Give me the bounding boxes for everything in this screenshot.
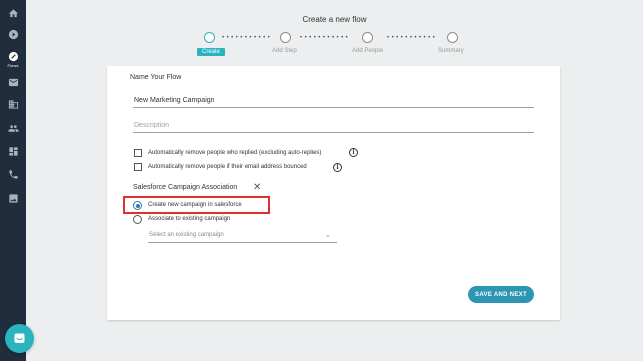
page-title: Create a new flow bbox=[302, 15, 367, 24]
campaign-select[interactable] bbox=[148, 242, 337, 243]
image-icon bbox=[8, 193, 18, 203]
step-summary-label: Summary bbox=[438, 48, 464, 54]
step-connector: • • • • • • • • • • • bbox=[300, 35, 349, 41]
salesforce-section-title: Salesforce Campaign Association bbox=[133, 184, 238, 191]
remove-replied-label: Automatically remove people who replied … bbox=[148, 150, 322, 156]
nav-phone[interactable] bbox=[0, 167, 26, 181]
radio-create-campaign[interactable] bbox=[133, 201, 142, 210]
chat-icon bbox=[14, 333, 25, 343]
flow-name-value: New Marketing Campaign bbox=[134, 97, 215, 104]
remove-bounced-checkbox[interactable] bbox=[134, 163, 142, 171]
flow-name-input[interactable] bbox=[133, 107, 534, 108]
remove-bounced-label: Automatically remove people if their ema… bbox=[148, 164, 307, 170]
save-and-next-button[interactable]: SAVE AND NEXT bbox=[468, 286, 534, 303]
radio-associate-campaign[interactable] bbox=[133, 215, 142, 224]
nav-dashboard[interactable] bbox=[0, 144, 26, 158]
chat-launcher-button[interactable] bbox=[5, 324, 34, 353]
radio-create-campaign-label: Create new campaign in salesforce bbox=[148, 202, 242, 208]
remove-replied-checkbox[interactable] bbox=[134, 149, 142, 157]
description-input[interactable] bbox=[133, 132, 534, 133]
nav-mail[interactable] bbox=[0, 75, 26, 89]
close-icon[interactable]: ✕ bbox=[253, 183, 261, 193]
building-icon bbox=[8, 99, 18, 109]
flow-form-card bbox=[107, 66, 560, 320]
info-icon[interactable]: i bbox=[333, 163, 342, 172]
step-add-step-label: Add Step bbox=[272, 48, 297, 54]
nav-people[interactable] bbox=[0, 121, 26, 135]
step-connector: • • • • • • • • • • • bbox=[387, 35, 436, 41]
description-placeholder: Description bbox=[134, 122, 170, 129]
stepper: • • • • • • • • • • • • • • • • • • • • … bbox=[0, 32, 643, 62]
step-add-people-circle bbox=[362, 32, 373, 43]
step-add-people-label: Add People bbox=[352, 48, 384, 54]
step-create-circle bbox=[204, 32, 215, 43]
nav-accounts[interactable] bbox=[0, 97, 26, 111]
step-create-label: Create bbox=[197, 48, 226, 56]
step-connector: • • • • • • • • • • • bbox=[222, 35, 271, 41]
campaign-select-placeholder: Select an existing campaign bbox=[149, 232, 224, 238]
dashboard-icon bbox=[8, 146, 18, 156]
chevron-down-icon: ⌄ bbox=[325, 232, 331, 239]
name-section-title: Name Your Flow bbox=[130, 74, 182, 81]
people-icon bbox=[7, 124, 19, 132]
step-summary-circle bbox=[447, 32, 458, 43]
mail-icon bbox=[8, 78, 18, 86]
nav-flows-label: Flows bbox=[7, 62, 19, 68]
radio-associate-campaign-label: Associate to existing campaign bbox=[148, 216, 231, 222]
info-icon[interactable]: i bbox=[349, 148, 358, 157]
step-add-step-circle bbox=[280, 32, 291, 43]
nav-media[interactable] bbox=[0, 191, 26, 205]
phone-icon bbox=[8, 169, 18, 179]
